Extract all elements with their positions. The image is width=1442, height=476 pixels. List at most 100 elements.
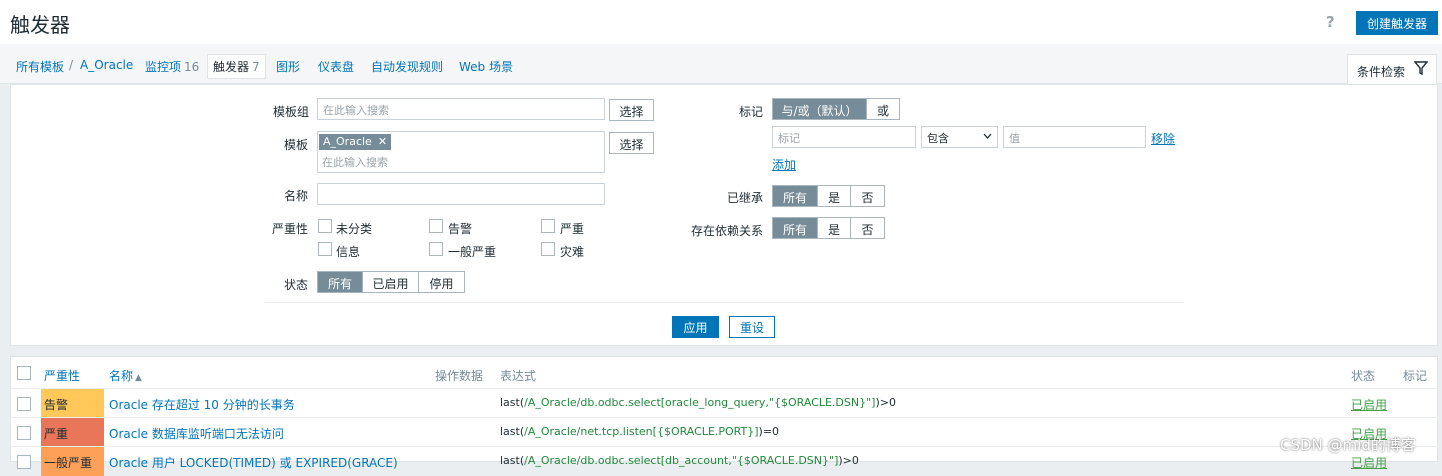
help-icon[interactable]: ? xyxy=(1326,13,1342,31)
column-header-operational-data: 操作数据 xyxy=(435,369,484,383)
dependencies-option-no[interactable]: 否 xyxy=(851,218,884,238)
severity-checkbox[interactable] xyxy=(541,242,555,256)
expression-tail: )>0 xyxy=(838,454,859,467)
inherited-option-no[interactable]: 否 xyxy=(851,186,884,206)
table-row: 告警 Oracle 存在超过 10 分钟的长事务 last(/A_Oracle/… xyxy=(11,388,1439,418)
column-header-status: 状态 xyxy=(1351,369,1376,383)
severity-checkbox[interactable] xyxy=(318,219,332,233)
template-group-select-button[interactable]: 选择 xyxy=(609,99,654,121)
state-option-all[interactable]: 所有 xyxy=(318,272,363,292)
tab-items[interactable]: 监控项 16 xyxy=(145,58,199,75)
table-row: 一般严重 Oracle 用户 LOCKED(TIMED) 或 EXPIRED(G… xyxy=(11,446,1439,476)
expression-item-link[interactable]: /A_Oracle/db.odbc.select[db_account,"{$O… xyxy=(524,454,838,467)
watermark: CSDN @mid的博客 xyxy=(1280,436,1416,454)
filter-tab-label: 条件检索 xyxy=(1357,65,1406,79)
apply-button[interactable]: 应用 xyxy=(672,316,719,338)
page-title: 触发器 xyxy=(10,13,70,37)
tag-operator-select[interactable]: 包含 xyxy=(921,126,998,148)
filter-panel xyxy=(10,84,1438,346)
state-option-disabled[interactable]: 停用 xyxy=(419,272,464,292)
severity-checkbox[interactable] xyxy=(429,219,443,233)
tag-value-input[interactable]: 值 xyxy=(1003,126,1146,148)
severity-label: 严重性 xyxy=(271,222,308,236)
severity-option: 告警 xyxy=(448,222,473,236)
name-input[interactable] xyxy=(317,183,605,205)
column-header-name[interactable]: 名称 ▲ xyxy=(109,367,142,384)
template-tag-label: A_Oracle xyxy=(323,135,372,148)
close-icon[interactable]: ✕ xyxy=(378,135,387,148)
expression-function: last( xyxy=(500,454,525,467)
row-checkbox[interactable] xyxy=(17,397,31,411)
expression-item-link[interactable]: /A_Oracle/db.odbc.select[oracle_long_que… xyxy=(524,396,875,409)
dependencies-toggle: 所有 是 否 xyxy=(772,217,885,239)
dependencies-option-all[interactable]: 所有 xyxy=(773,218,818,238)
tab-count: 16 xyxy=(184,60,200,74)
template-group-input[interactable]: 在此输入搜索 xyxy=(317,98,605,120)
triggers-table: 严重性 名称 ▲ 操作数据 表达式 状态 标记 告警 Oracle 存在超过 10… xyxy=(10,356,1439,476)
severity-checkbox[interactable] xyxy=(429,242,443,256)
reset-button[interactable]: 重设 xyxy=(729,316,775,338)
dependencies-option-yes[interactable]: 是 xyxy=(818,218,851,238)
state-option-enabled[interactable]: 已启用 xyxy=(363,272,419,292)
trigger-name-link[interactable]: Oracle 用户 LOCKED(TIMED) 或 EXPIRED(GRACE) xyxy=(109,454,398,471)
trigger-expression: last(/A_Oracle/db.odbc.select[db_account… xyxy=(500,454,859,467)
breadcrumb: 所有模板 / A_Oracle 监控项 16 触发器 7 图形 仪表盘 自动发现规则… xyxy=(0,44,1442,85)
tab-count: 7 xyxy=(252,60,260,74)
inherited-option-all[interactable]: 所有 xyxy=(773,186,818,206)
row-checkbox[interactable] xyxy=(17,455,31,469)
breadcrumb-template[interactable]: A_Oracle xyxy=(80,58,133,72)
dependencies-label: 存在依赖关系 xyxy=(690,224,763,238)
expression-function: last( xyxy=(500,425,525,438)
column-header-tags: 标记 xyxy=(1403,369,1428,383)
expression-item-link[interactable]: /A_Oracle/net.tcp.listen[{$ORACLE.PORT}] xyxy=(524,425,758,438)
create-trigger-button[interactable]: 创建触发器 xyxy=(1356,11,1438,35)
tab-label: 触发器 xyxy=(213,60,250,74)
severity-option: 未分类 xyxy=(336,222,373,236)
filter-tab[interactable]: 条件检索 xyxy=(1347,54,1437,85)
tab-graphs[interactable]: 图形 xyxy=(276,58,300,75)
page-header: 触发器 ? 创建触发器 xyxy=(0,0,1442,44)
add-tag-link[interactable]: 添加 xyxy=(772,156,796,173)
trigger-name-link[interactable]: Oracle 存在超过 10 分钟的长事务 xyxy=(109,396,295,413)
severity-option: 信息 xyxy=(336,245,361,259)
template-select-button[interactable]: 选择 xyxy=(609,132,654,154)
breadcrumb-separator: / xyxy=(69,58,74,72)
tab-web-scenarios[interactable]: Web 场景 xyxy=(459,58,513,75)
severity-checkbox[interactable] xyxy=(541,219,555,233)
status-toggle[interactable]: 已启用 xyxy=(1351,396,1387,413)
tags-label: 标记 xyxy=(738,105,763,119)
trigger-name-link[interactable]: Oracle 数据库监听端口无法访问 xyxy=(109,425,284,442)
template-search-placeholder[interactable]: 在此输入搜索 xyxy=(322,154,388,170)
severity-option: 严重 xyxy=(560,222,585,236)
expression-tail: )>0 xyxy=(875,396,896,409)
inherited-option-yes[interactable]: 是 xyxy=(818,186,851,206)
expression-tail: )=0 xyxy=(758,425,780,438)
column-header-name-label: 名称 xyxy=(109,369,134,383)
severity-option: 灾难 xyxy=(560,245,585,259)
row-checkbox[interactable] xyxy=(17,426,31,440)
breadcrumb-all-templates[interactable]: 所有模板 xyxy=(16,58,64,75)
sort-ascending-icon: ▲ xyxy=(135,373,142,383)
chevron-down-icon xyxy=(983,133,992,139)
filter-divider xyxy=(265,302,1184,303)
inherited-label: 已继承 xyxy=(726,191,763,205)
tab-discovery-rules[interactable]: 自动发现规则 xyxy=(371,58,443,75)
remove-tag-link[interactable]: 移除 xyxy=(1151,130,1175,147)
column-header-severity[interactable]: 严重性 xyxy=(44,367,80,384)
tag-operator-value: 包含 xyxy=(927,132,949,145)
template-tag: A_Oracle ✕ xyxy=(319,134,392,150)
status-toggle[interactable]: 已启用 xyxy=(1351,454,1387,471)
tag-mode-or[interactable]: 或 xyxy=(867,99,899,119)
tag-mode-toggle: 与/或（默认） 或 xyxy=(772,98,900,120)
select-all-checkbox[interactable] xyxy=(17,366,31,380)
severity-checkbox[interactable] xyxy=(318,242,332,256)
tag-mode-and-or[interactable]: 与/或（默认） xyxy=(773,99,867,119)
tab-label: 监控项 xyxy=(145,60,182,74)
inherited-toggle: 所有 是 否 xyxy=(772,185,885,207)
tab-triggers[interactable]: 触发器 7 xyxy=(207,54,266,79)
template-group-label: 模板组 xyxy=(273,105,310,119)
tab-dashboards[interactable]: 仪表盘 xyxy=(318,58,354,75)
template-label: 模板 xyxy=(283,138,308,152)
tag-name-input[interactable]: 标记 xyxy=(772,126,916,148)
trigger-expression: last(/A_Oracle/db.odbc.select[oracle_lon… xyxy=(500,396,896,409)
